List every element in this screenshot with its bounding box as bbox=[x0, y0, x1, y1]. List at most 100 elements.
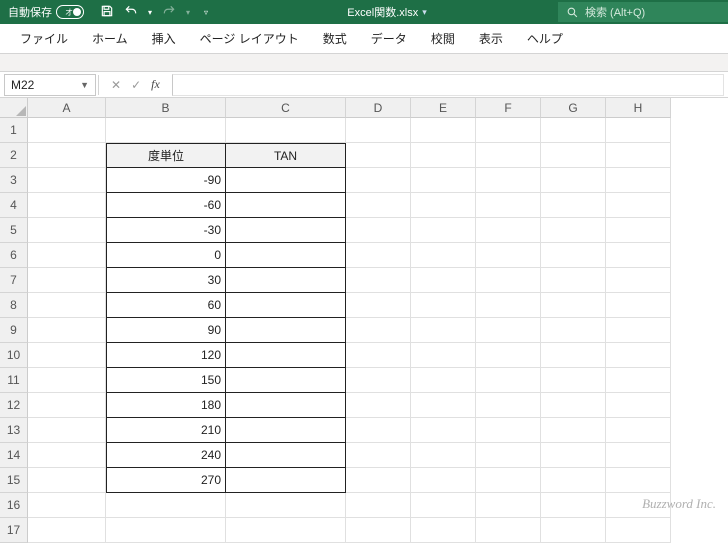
redo-dropdown-icon[interactable]: ▾ bbox=[186, 8, 190, 17]
cell[interactable] bbox=[106, 493, 226, 518]
name-box-dropdown-icon[interactable]: ▼ bbox=[80, 80, 89, 90]
row-header[interactable]: 7 bbox=[0, 268, 28, 293]
search-box[interactable]: 検索 (Alt+Q) bbox=[558, 2, 728, 22]
cell[interactable] bbox=[28, 143, 106, 168]
cell[interactable] bbox=[28, 218, 106, 243]
cell[interactable] bbox=[541, 268, 606, 293]
redo-icon[interactable] bbox=[162, 4, 176, 21]
cell[interactable] bbox=[28, 468, 106, 493]
select-all-triangle[interactable] bbox=[0, 98, 28, 118]
column-header[interactable]: B bbox=[106, 98, 226, 118]
cell[interactable] bbox=[606, 468, 671, 493]
cell[interactable] bbox=[28, 443, 106, 468]
cell[interactable] bbox=[346, 143, 411, 168]
cell[interactable] bbox=[476, 168, 541, 193]
cell[interactable] bbox=[411, 393, 476, 418]
cell[interactable] bbox=[541, 518, 606, 543]
cell[interactable] bbox=[606, 168, 671, 193]
cell[interactable] bbox=[226, 243, 346, 268]
column-header[interactable]: D bbox=[346, 98, 411, 118]
column-header[interactable]: G bbox=[541, 98, 606, 118]
cell[interactable] bbox=[606, 243, 671, 268]
cell[interactable] bbox=[411, 493, 476, 518]
column-header[interactable]: H bbox=[606, 98, 671, 118]
cell[interactable] bbox=[28, 393, 106, 418]
cell[interactable] bbox=[476, 393, 541, 418]
cell[interactable] bbox=[226, 518, 346, 543]
row-header[interactable]: 5 bbox=[0, 218, 28, 243]
cell[interactable] bbox=[476, 143, 541, 168]
cell[interactable] bbox=[346, 493, 411, 518]
cell[interactable] bbox=[28, 518, 106, 543]
tab-home[interactable]: ホーム bbox=[80, 24, 140, 53]
cell[interactable] bbox=[346, 118, 411, 143]
row-header[interactable]: 1 bbox=[0, 118, 28, 143]
cell[interactable] bbox=[226, 418, 346, 443]
cell[interactable] bbox=[476, 293, 541, 318]
undo-dropdown-icon[interactable]: ▾ bbox=[148, 8, 152, 17]
autosave-toggle[interactable]: 自動保存 オフ bbox=[0, 4, 92, 20]
row-header[interactable]: 2 bbox=[0, 143, 28, 168]
cell[interactable]: TAN bbox=[226, 143, 346, 168]
cell[interactable] bbox=[346, 443, 411, 468]
cell[interactable] bbox=[346, 318, 411, 343]
fx-icon[interactable]: fx bbox=[151, 77, 160, 92]
cell[interactable] bbox=[346, 193, 411, 218]
cancel-icon[interactable]: ✕ bbox=[111, 78, 121, 92]
cell[interactable] bbox=[106, 518, 226, 543]
column-header[interactable]: F bbox=[476, 98, 541, 118]
cell[interactable] bbox=[411, 368, 476, 393]
cell[interactable] bbox=[541, 493, 606, 518]
cell[interactable] bbox=[226, 118, 346, 143]
cell[interactable] bbox=[476, 443, 541, 468]
tab-page-layout[interactable]: ページ レイアウト bbox=[188, 24, 311, 53]
undo-icon[interactable] bbox=[124, 4, 138, 21]
cell[interactable] bbox=[28, 193, 106, 218]
row-header[interactable]: 15 bbox=[0, 468, 28, 493]
cell[interactable]: 60 bbox=[106, 293, 226, 318]
cell[interactable] bbox=[411, 318, 476, 343]
cell[interactable] bbox=[28, 268, 106, 293]
cell[interactable]: 度単位 bbox=[106, 143, 226, 168]
tab-data[interactable]: データ bbox=[359, 24, 419, 53]
cell[interactable] bbox=[476, 518, 541, 543]
cell[interactable] bbox=[226, 468, 346, 493]
cell[interactable] bbox=[606, 143, 671, 168]
cell[interactable]: 0 bbox=[106, 243, 226, 268]
cell[interactable]: 90 bbox=[106, 318, 226, 343]
column-header[interactable]: E bbox=[411, 98, 476, 118]
cell[interactable] bbox=[346, 418, 411, 443]
cell[interactable] bbox=[606, 118, 671, 143]
cell[interactable] bbox=[541, 318, 606, 343]
cell[interactable] bbox=[226, 318, 346, 343]
cell[interactable] bbox=[226, 393, 346, 418]
cell[interactable]: -90 bbox=[106, 168, 226, 193]
cell[interactable] bbox=[606, 218, 671, 243]
cell[interactable] bbox=[28, 493, 106, 518]
cell[interactable] bbox=[541, 243, 606, 268]
cell[interactable] bbox=[28, 168, 106, 193]
cell[interactable] bbox=[346, 293, 411, 318]
cell[interactable] bbox=[226, 443, 346, 468]
row-header[interactable]: 8 bbox=[0, 293, 28, 318]
cell[interactable] bbox=[606, 293, 671, 318]
cell[interactable] bbox=[476, 118, 541, 143]
cell[interactable] bbox=[226, 368, 346, 393]
cell[interactable]: -60 bbox=[106, 193, 226, 218]
cell[interactable] bbox=[476, 268, 541, 293]
cell[interactable] bbox=[541, 293, 606, 318]
row-header[interactable]: 14 bbox=[0, 443, 28, 468]
cell[interactable] bbox=[346, 243, 411, 268]
cell[interactable] bbox=[606, 343, 671, 368]
row-header[interactable]: 13 bbox=[0, 418, 28, 443]
cell[interactable] bbox=[346, 168, 411, 193]
cell[interactable] bbox=[541, 218, 606, 243]
tab-formulas[interactable]: 数式 bbox=[311, 24, 359, 53]
tab-help[interactable]: ヘルプ bbox=[515, 24, 575, 53]
cell[interactable] bbox=[476, 243, 541, 268]
cell[interactable] bbox=[606, 443, 671, 468]
cell[interactable] bbox=[28, 418, 106, 443]
cell[interactable] bbox=[411, 243, 476, 268]
cell[interactable] bbox=[346, 218, 411, 243]
cell[interactable] bbox=[541, 418, 606, 443]
